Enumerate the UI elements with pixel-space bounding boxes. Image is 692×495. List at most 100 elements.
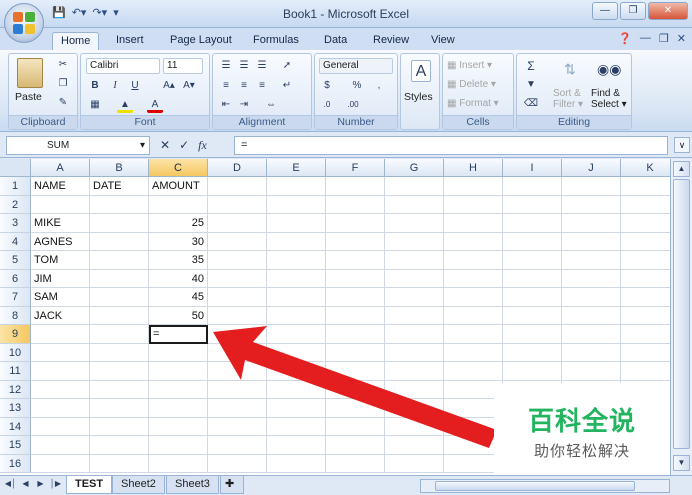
align-middle-icon[interactable]: ☰ [236,58,252,74]
cell-k3[interactable] [621,214,670,233]
cell-i6[interactable] [503,269,562,288]
column-header-h[interactable]: H [444,159,503,177]
cell-b4[interactable] [90,232,149,251]
cell-j9[interactable] [562,325,621,344]
cell-b16[interactable] [90,454,149,473]
cell-d8[interactable] [208,306,267,325]
cell-f16[interactable] [326,454,385,473]
cell-d3[interactable] [208,214,267,233]
scroll-down-icon[interactable]: ▼ [673,455,690,471]
row-header-15[interactable]: 15 [0,436,31,455]
cell-g4[interactable] [385,232,444,251]
delete-cells-button[interactable]: ▦ Delete ▾ [447,77,496,93]
format-cells-button[interactable]: ▦ Format ▾ [447,96,499,112]
cell-f8[interactable] [326,306,385,325]
column-header-a[interactable]: A [31,159,90,177]
cell-j8[interactable] [562,306,621,325]
cell-e2[interactable] [267,195,326,214]
cell-c2[interactable] [149,195,208,214]
fill-icon[interactable]: ▼ [523,77,539,93]
sheet-tab-test[interactable]: TEST [66,476,113,494]
cancel-formula-icon[interactable]: ✕ [160,138,170,153]
paste-icon[interactable] [17,58,43,88]
cell-g15[interactable] [385,436,444,455]
cell-b2[interactable] [90,195,149,214]
office-button[interactable] [4,3,44,43]
cell-k2[interactable] [621,196,670,214]
cell-i8[interactable] [503,306,562,325]
autosum-icon[interactable]: Σ [523,58,539,74]
cell-i11[interactable] [503,362,562,381]
cell-k9[interactable] [621,325,670,344]
cell-a12[interactable] [31,380,90,399]
cell-b7[interactable] [90,288,149,307]
underline-button[interactable]: U [127,78,143,94]
cell-a7[interactable]: SAM [31,288,90,307]
row-header-12[interactable]: 12 [0,380,31,399]
name-box-dropdown-icon[interactable]: ▾ [140,137,145,154]
cell-h3[interactable] [444,214,503,233]
tab-page-layout[interactable]: Page Layout [162,32,240,50]
enter-formula-icon[interactable]: ✓ [179,138,189,153]
help-icon[interactable]: ❓ [618,32,632,45]
cell-f4[interactable] [326,232,385,251]
font-color-icon[interactable]: A [147,97,163,113]
cell-g10[interactable] [385,343,444,362]
cell-c12[interactable] [149,380,208,399]
cell-h6[interactable] [444,269,503,288]
cell-f6[interactable] [326,269,385,288]
cell-b5[interactable] [90,251,149,270]
cell-d6[interactable] [208,269,267,288]
cell-j2[interactable] [562,195,621,214]
insert-sheet-icon[interactable]: ✚ [220,476,244,494]
decrease-decimal-icon[interactable]: .00 [345,97,361,113]
row-header-10[interactable]: 10 [0,343,31,362]
cell-c6[interactable]: 40 [149,269,208,288]
cell-d12[interactable] [208,380,267,399]
cell-j11[interactable] [562,362,621,381]
cell-h9[interactable] [444,325,503,344]
expand-formula-bar-icon[interactable]: ∨ [674,137,690,153]
cell-c5[interactable]: 35 [149,251,208,270]
align-center-icon[interactable]: ≡ [236,78,252,94]
cell-a4[interactable]: AGNES [31,232,90,251]
cell-e10[interactable] [267,343,326,362]
row-header-8[interactable]: 8 [0,306,31,325]
column-header-c[interactable]: C [149,159,208,177]
sheet-tab-sheet2[interactable]: Sheet2 [112,476,165,494]
binoculars-icon[interactable]: ◉◉ [597,58,621,80]
cell-g16[interactable] [385,454,444,473]
tab-home[interactable]: Home [52,32,100,50]
merge-center-icon[interactable]: ⇔ [263,97,279,113]
cell-g5[interactable] [385,251,444,270]
percent-button[interactable]: % [349,78,365,94]
cell-g1[interactable] [385,177,444,196]
cell-a2[interactable] [31,195,90,214]
prev-sheet-icon[interactable]: ◀ [19,479,32,488]
cell-a9[interactable] [31,325,90,344]
cell-h1[interactable] [444,177,503,196]
copy-icon[interactable]: ❐ [55,76,71,92]
cell-g8[interactable] [385,306,444,325]
cell-g6[interactable] [385,269,444,288]
cell-f2[interactable] [326,195,385,214]
cell-d9[interactable] [208,325,267,344]
cell-b8[interactable] [90,306,149,325]
cell-c11[interactable] [149,362,208,381]
cell-j10[interactable] [562,343,621,362]
cell-j5[interactable] [562,251,621,270]
cell-k5[interactable] [621,251,670,270]
cell-c15[interactable] [149,436,208,455]
grow-font-icon[interactable]: A▴ [161,78,177,94]
cell-k4[interactable] [621,233,670,251]
borders-icon[interactable]: ▦ [87,97,103,113]
cell-i10[interactable] [503,343,562,362]
cell-b10[interactable] [90,343,149,362]
minimize-button[interactable]: — [592,2,618,20]
tab-formulas[interactable]: Formulas [245,32,307,50]
cell-c13[interactable] [149,399,208,418]
cell-a1[interactable]: NAME [31,177,90,196]
cell-c7[interactable]: 45 [149,288,208,307]
align-bottom-icon[interactable]: ☰ [254,58,270,74]
first-sheet-icon[interactable]: ◀│ [4,479,17,488]
